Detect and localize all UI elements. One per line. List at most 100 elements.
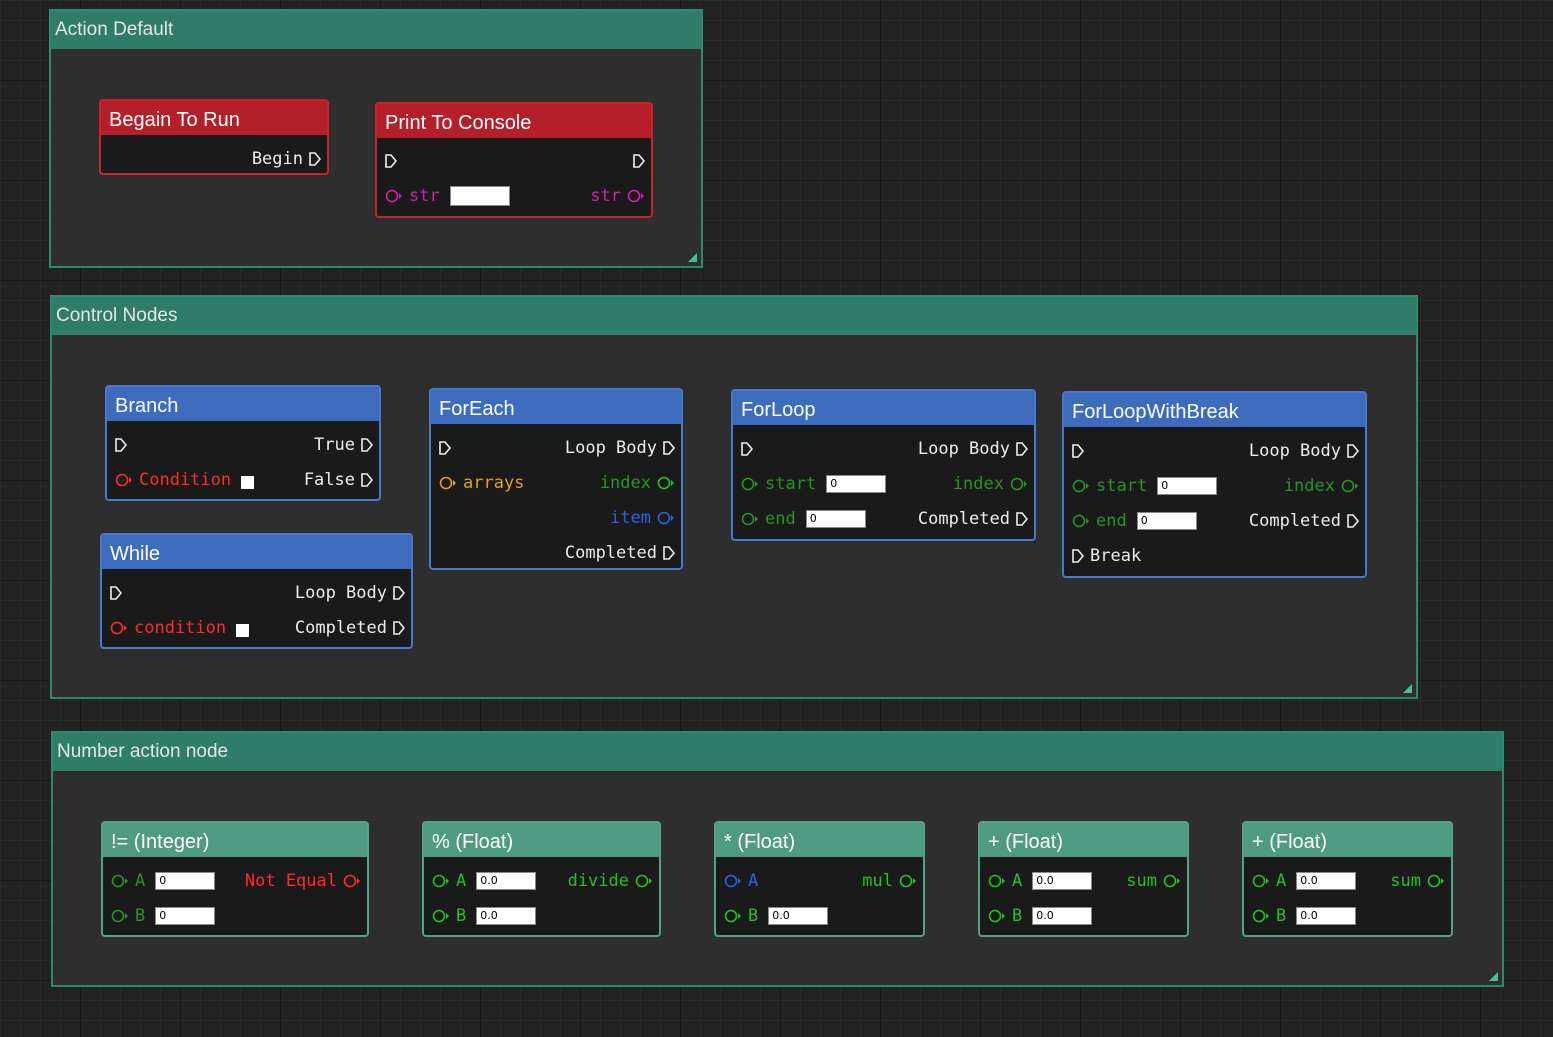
end-input[interactable]: 0	[1136, 512, 1197, 530]
exec-out-pin-icon[interactable]	[361, 438, 373, 452]
array-pin-icon[interactable]	[439, 476, 457, 490]
bool-pin-icon[interactable]	[115, 473, 133, 487]
node-mod-float[interactable]: % (Float) A 0.0 divide B 0.0	[422, 821, 661, 937]
a-input[interactable]: 0.0	[1296, 872, 1357, 890]
exec-out-pin-icon[interactable]	[393, 621, 405, 635]
condition-label: Condition	[139, 470, 232, 490]
int-pin-icon[interactable]	[1010, 477, 1028, 491]
loop-body-label: Loop Body	[564, 438, 657, 458]
b-label: B	[748, 906, 759, 926]
string-pin-icon[interactable]	[385, 189, 403, 203]
float-pin-icon[interactable]	[1163, 874, 1181, 888]
node-not-equal-integer[interactable]: != (Integer) A 0 Not Equal B 0	[101, 821, 369, 937]
b-input[interactable]: 0	[155, 907, 216, 925]
a-label: A	[135, 871, 146, 891]
completed-label: Completed	[1248, 511, 1341, 531]
float-pin-icon[interactable]	[988, 874, 1006, 888]
float-pin-icon[interactable]	[1252, 874, 1270, 888]
node-title: Begain To Run	[101, 101, 327, 135]
not-equal-label: Not Equal	[244, 871, 337, 891]
node-title: ForEach	[431, 390, 681, 424]
b-input[interactable]: 0.0	[768, 907, 829, 925]
b-input[interactable]: 0.0	[476, 907, 537, 925]
group-title[interactable]: Action Default	[51, 11, 701, 49]
group-title[interactable]: Control Nodes	[52, 297, 1416, 335]
node-branch[interactable]: Branch True Condition False	[105, 385, 381, 501]
exec-out-pin-icon[interactable]	[663, 441, 675, 455]
float-pin-icon[interactable]	[432, 874, 450, 888]
bool-pin-icon[interactable]	[343, 874, 361, 888]
a-label: A	[1012, 871, 1023, 891]
condition-checkbox[interactable]	[241, 475, 255, 489]
str-input-field[interactable]	[449, 186, 510, 206]
b-input[interactable]: 0.0	[1032, 907, 1093, 925]
int-pin-icon[interactable]	[111, 874, 129, 888]
node-mul-float[interactable]: * (Float) A mul B 0.0	[714, 821, 925, 937]
exec-out-pin-icon[interactable]	[633, 154, 645, 168]
object-pin-icon[interactable]	[724, 874, 742, 888]
bool-pin-icon[interactable]	[110, 621, 128, 635]
start-input[interactable]: 0	[1157, 477, 1218, 495]
group-resize-handle[interactable]	[688, 253, 697, 262]
int-pin-icon[interactable]	[657, 476, 675, 490]
string-pin-icon[interactable]	[627, 189, 645, 203]
float-pin-icon[interactable]	[432, 909, 450, 923]
node-begin-to-run[interactable]: Begain To Run Begin	[99, 99, 329, 175]
float-pin-icon[interactable]	[988, 909, 1006, 923]
end-label: end	[765, 509, 796, 529]
exec-out-pin-icon[interactable]	[663, 546, 675, 560]
int-pin-icon[interactable]	[1072, 514, 1090, 528]
node-title: While	[102, 535, 411, 569]
exec-in-pin-icon[interactable]	[741, 442, 753, 456]
exec-out-pin-icon[interactable]	[1016, 512, 1028, 526]
exec-in-pin-icon[interactable]	[110, 586, 122, 600]
group-title[interactable]: Number action node	[53, 733, 1502, 771]
group-resize-handle[interactable]	[1403, 684, 1412, 693]
exec-in-pin-icon[interactable]	[1072, 444, 1084, 458]
float-pin-icon[interactable]	[1252, 909, 1270, 923]
exec-out-pin-icon[interactable]	[1347, 444, 1359, 458]
a-input[interactable]: 0.0	[1032, 872, 1093, 890]
float-pin-icon[interactable]	[1427, 874, 1445, 888]
b-input[interactable]: 0.0	[1296, 907, 1357, 925]
int-pin-icon[interactable]	[741, 477, 759, 491]
float-pin-icon[interactable]	[899, 874, 917, 888]
group-resize-handle[interactable]	[1489, 972, 1498, 981]
node-print-to-console[interactable]: Print To Console str str	[375, 102, 653, 218]
node-title: ForLoop	[733, 391, 1034, 425]
b-label: B	[456, 906, 467, 926]
node-add-float[interactable]: + (Float) A 0.0 sum B 0.0	[978, 821, 1189, 937]
str-output-label: str	[590, 186, 621, 206]
node-foreach[interactable]: ForEach Loop Body arrays index item Comp…	[429, 388, 683, 570]
a-label: A	[748, 871, 759, 891]
end-input[interactable]: 0	[805, 510, 866, 528]
node-title: != (Integer)	[103, 823, 367, 857]
exec-out-pin-icon[interactable]	[309, 152, 321, 166]
node-while[interactable]: While Loop Body condition Completed	[100, 533, 413, 649]
exec-out-pin-icon[interactable]	[361, 473, 373, 487]
int-pin-icon[interactable]	[741, 512, 759, 526]
node-forloop-with-break[interactable]: ForLoopWithBreak Loop Body start 0 index…	[1062, 391, 1367, 578]
condition-checkbox[interactable]	[236, 623, 250, 637]
float-pin-icon[interactable]	[724, 909, 742, 923]
exec-in-pin-icon[interactable]	[439, 441, 451, 455]
a-input[interactable]: 0.0	[476, 872, 537, 890]
index-label: index	[1283, 476, 1335, 496]
exec-out-pin-icon[interactable]	[1347, 514, 1359, 528]
object-pin-icon[interactable]	[657, 511, 675, 525]
start-input[interactable]: 0	[826, 475, 887, 493]
false-label: False	[303, 470, 355, 490]
int-pin-icon[interactable]	[1072, 479, 1090, 493]
int-pin-icon[interactable]	[111, 909, 129, 923]
a-input[interactable]: 0	[155, 872, 216, 890]
exec-in-pin-icon[interactable]	[385, 154, 397, 168]
node-forloop[interactable]: ForLoop Loop Body start 0 index end 0 Co…	[731, 389, 1036, 541]
exec-out-pin-icon[interactable]	[393, 586, 405, 600]
loop-body-label: Loop Body	[917, 439, 1010, 459]
node-add-float[interactable]: + (Float) A 0.0 sum B 0.0	[1242, 821, 1453, 937]
float-pin-icon[interactable]	[635, 874, 653, 888]
int-pin-icon[interactable]	[1341, 479, 1359, 493]
exec-in-pin-icon[interactable]	[115, 438, 127, 452]
exec-out-pin-icon[interactable]	[1016, 442, 1028, 456]
exec-in-pin-icon[interactable]	[1072, 549, 1084, 563]
